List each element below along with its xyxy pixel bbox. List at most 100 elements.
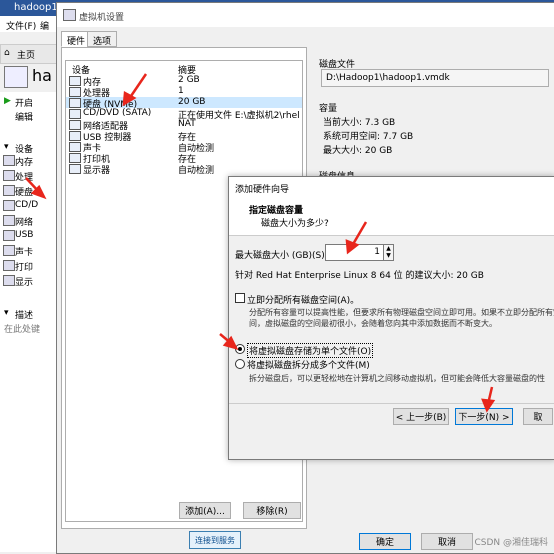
device-row[interactable]: 网络适配器 NAT <box>66 119 302 132</box>
home-tab-label: 主页 <box>17 51 36 61</box>
sidebar-item[interactable]: CD/D <box>0 200 56 212</box>
cancel-button[interactable]: 取消 <box>421 533 473 550</box>
spin-down-icon[interactable]: ▼ <box>384 252 393 259</box>
wizard-heading: 指定磁盘容量 <box>249 206 304 216</box>
dialog-title: 虚拟机设置 <box>79 13 125 23</box>
max-size-label: 最大磁盘大小 (GB)(S): <box>235 251 328 261</box>
device-summary: 1 <box>178 86 184 96</box>
sidebar-item-label: 处理 <box>15 173 34 183</box>
edit-link[interactable]: 编辑 <box>15 110 33 123</box>
sidebar-item-label: CD/D <box>15 200 39 210</box>
device-summary: 20 GB <box>178 97 206 107</box>
sidebar-item-label: 硬盘 <box>15 188 34 198</box>
app-icon <box>63 9 76 21</box>
device-summary: 自动检测 <box>178 166 215 176</box>
size-spinner[interactable]: ▲ ▼ <box>383 244 394 261</box>
usb-icon <box>3 230 15 241</box>
allocate-label[interactable]: 立即分配所有磁盘空间(A)。 <box>247 293 359 306</box>
menu-file[interactable]: 文件(F) <box>6 19 36 32</box>
spin-up-icon[interactable]: ▲ <box>384 245 393 252</box>
connect-service-button[interactable]: 连接到服务 <box>189 531 241 549</box>
sidebar-item-label: 打印 <box>15 263 34 273</box>
collapse-devices-icon[interactable]: ▾ <box>4 142 9 152</box>
device-row[interactable]: 声卡 自动检测 <box>66 141 302 154</box>
device-row[interactable]: CD/DVD (SATA) 正在使用文件 E:\虚拟机2\rhel-... <box>66 108 302 121</box>
single-file-label[interactable]: 将虚拟磁盘存储为单个文件(O) <box>247 343 374 358</box>
multi-file-radio[interactable] <box>235 359 245 369</box>
memory-icon <box>69 76 81 86</box>
sidebar-item[interactable]: 打印 <box>0 260 56 273</box>
wizard-divider <box>229 403 554 404</box>
collapse-desc-icon[interactable]: ▾ <box>4 308 9 318</box>
sidebar-item[interactable]: 显示 <box>0 275 56 288</box>
sound-icon <box>69 142 81 152</box>
sidebar-item-label: 网络 <box>15 218 34 228</box>
background-sidebar: ▶ 开启 编辑 ▾ 设备 内存 处理 硬盘 CD/D 网络 USB 声卡 打印 … <box>0 92 57 552</box>
sidebar-item[interactable]: 内存 <box>0 155 56 168</box>
free-space: 系统可用空间: 7.7 GB <box>323 132 414 142</box>
next-button[interactable]: 下一步(N) > <box>455 408 513 425</box>
cpu-icon <box>69 87 81 97</box>
power-on-link[interactable]: 开启 <box>15 96 33 109</box>
wizard-title: 添加硬件向导 <box>235 185 290 195</box>
watermark: CSDN @湘佳瑞科 <box>474 538 548 548</box>
cdrom-icon <box>69 109 81 119</box>
harddisk-icon <box>3 185 15 196</box>
disk-file-value: D:\Hadoop1\hadoop1.vmdk <box>326 73 450 83</box>
disk-file-field[interactable]: D:\Hadoop1\hadoop1.vmdk <box>321 69 549 87</box>
device-row[interactable]: 处理器 1 <box>66 86 302 99</box>
sidebar-item[interactable]: 声卡 <box>0 245 56 258</box>
printer-icon <box>3 260 15 271</box>
multi-file-label[interactable]: 将虚拟磁盘拆分成多个文件(M) <box>247 358 370 371</box>
sidebar-item[interactable]: 处理 <box>0 170 56 183</box>
allocate-description-2: 间，虚拟磁盘的空间最初很小，会随着您向其中添加数据而不断变大。 <box>249 319 497 328</box>
sidebar-item[interactable]: 硬盘 <box>0 185 56 198</box>
device-summary: 2 GB <box>178 75 200 85</box>
sidebar-item[interactable]: USB <box>0 230 56 242</box>
capacity-label: 容量 <box>319 104 338 114</box>
remove-button[interactable]: 移除(R) <box>243 502 301 519</box>
vm-name: ha <box>32 66 52 85</box>
sidebar-item[interactable]: 网络 <box>0 215 56 228</box>
device-row[interactable]: 显示器 自动检测 <box>66 163 302 176</box>
sidebar-item-label: 内存 <box>15 158 34 168</box>
add-hardware-wizard: 添加硬件向导 指定磁盘容量 磁盘大小为多少? 最大磁盘大小 (GB)(S): 1… <box>228 176 554 460</box>
sidebar-item-label: USB <box>15 230 34 240</box>
device-row[interactable]: USB 控制器 存在 <box>66 130 302 143</box>
tab-options[interactable]: 选项 <box>87 31 118 47</box>
ok-button[interactable]: 确定 <box>359 533 411 550</box>
single-file-radio[interactable] <box>235 344 245 354</box>
harddisk-icon <box>69 98 81 108</box>
allocate-checkbox[interactable] <box>235 293 245 303</box>
cpu-icon <box>3 170 15 181</box>
current-size: 当前大小: 7.3 GB <box>323 118 396 128</box>
home-icon: ⌂ <box>4 48 10 58</box>
wizard-header: 指定磁盘容量 磁盘大小为多少? <box>229 195 554 236</box>
usb-icon <box>69 131 81 141</box>
device-name: 显示器 <box>83 166 111 176</box>
max-size-input[interactable]: 1 <box>325 244 385 261</box>
devices-header: 设备 <box>15 145 34 155</box>
memory-icon <box>3 155 15 166</box>
description-placeholder[interactable]: 在此处键 <box>4 322 40 335</box>
network-icon <box>3 215 15 226</box>
home-tab[interactable]: ⌂ 主页 <box>0 44 58 64</box>
wizard-cancel-button[interactable]: 取 <box>523 408 553 425</box>
device-row[interactable]: 硬盘 (NVMe) 20 GB <box>66 97 302 110</box>
device-row[interactable]: 内存 2 GB <box>66 75 302 88</box>
device-name: CD/DVD (SATA) <box>83 108 152 118</box>
vm-icon <box>4 66 28 88</box>
back-button[interactable]: < 上一步(B) <box>393 408 449 425</box>
device-row[interactable]: 打印机 存在 <box>66 152 302 165</box>
multi-file-description: 拆分磁盘后，可以更轻松地在计算机之间移动虚拟机，但可能会降低大容量磁盘的性 <box>249 374 545 383</box>
menu-edit[interactable]: 编 <box>40 19 49 32</box>
sound-icon <box>3 245 15 256</box>
sidebar-item-label: 声卡 <box>15 248 34 258</box>
recommended-size: 针对 Red Hat Enterprise Linux 8 64 位 的建议大小… <box>235 271 484 281</box>
display-icon <box>69 164 81 174</box>
play-icon: ▶ <box>4 96 11 106</box>
wizard-titlebar: 添加硬件向导 <box>229 177 554 195</box>
add-button[interactable]: 添加(A)... <box>179 502 231 519</box>
device-summary: NAT <box>178 119 196 129</box>
dialog-titlebar: 虚拟机设置 <box>57 3 554 27</box>
